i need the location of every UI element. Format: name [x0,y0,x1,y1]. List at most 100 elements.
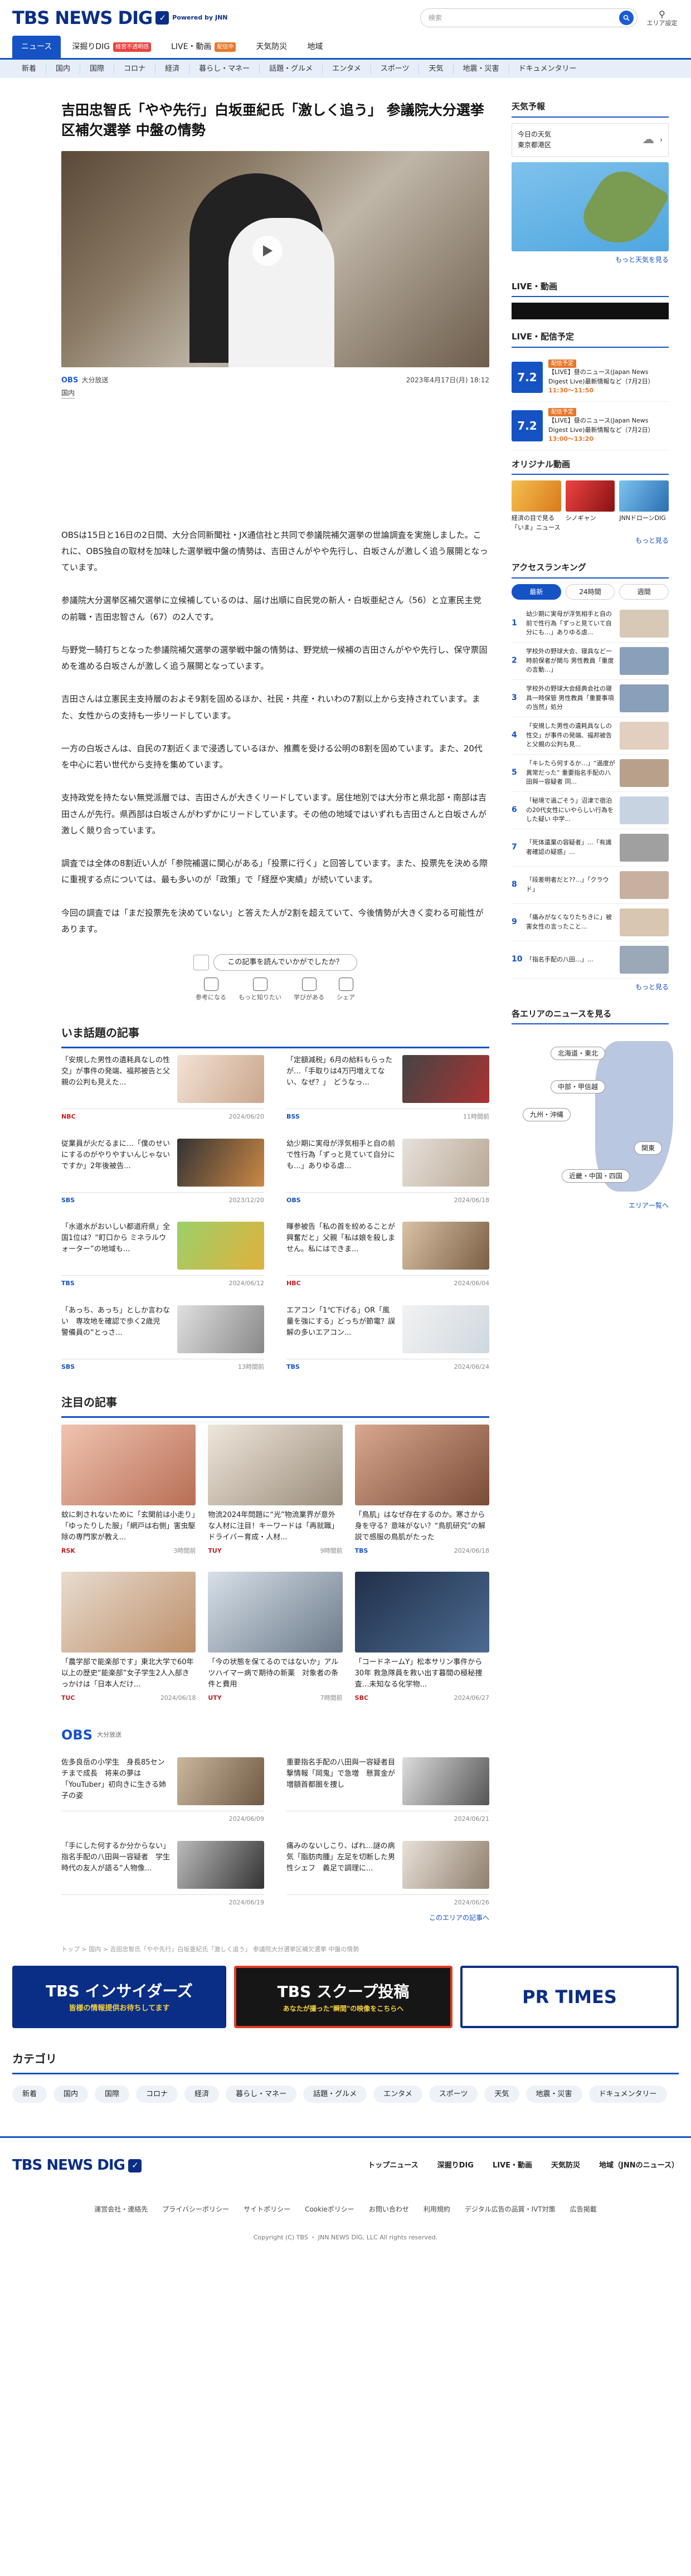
category-chip[interactable]: 地震・災害 [525,2085,582,2103]
tab-weekly[interactable]: 週間 [619,584,669,600]
area-chubu[interactable]: 中部・甲信越 [551,1080,606,1094]
subnav-item[interactable]: 新着 [12,63,47,75]
trending-item[interactable]: 幼少期に実母が浮気相手と自の前で性行為「ずっと見ていて自分にも…」ありゆる虐..… [286,1138,489,1206]
category-chip[interactable]: 新着 [12,2085,47,2103]
obs-item[interactable]: 重要指名手配の八田與一容疑者目撃情報「岡鬼」で急増 懸賞金が増額首都圏を捜し 20… [286,1757,489,1824]
footer-sublink[interactable]: 広告掲載 [570,2204,597,2214]
category-chip[interactable]: ドキュメンタリー [588,2085,667,2103]
ranking-item[interactable]: 4 「安規した男性の遺耗具なしの性交」が事件の発端、福邦被告と父親の公判も見... [512,717,669,755]
trending-item[interactable]: 「安規した男性の遺耗具なしの性交」が事件の発端、福邦被告と父親の公判も見えた..… [61,1055,264,1122]
obs-item[interactable]: 佐多良岳の小学生 身長85センチまで成長 将来の夢は「YouTuber」初向きに… [61,1757,264,1824]
category-chip[interactable]: エンタメ [373,2085,422,2103]
ranking-item[interactable]: 3 学校外の野球大会経典会社の寝具一時保管 男性教員「重要事項の当然」処分 [512,680,669,717]
scoop-banner[interactable]: TBS スクープ投稿 あなたが撮った"瞬間"の映像をこちらへ [234,1965,452,2028]
category-chip[interactable]: スポーツ [429,2085,478,2103]
live-schedule-item[interactable]: 7.2 配信予定 【LIVE】昼のニュース(Japan News Digest Li… [512,402,669,450]
live-schedule-item[interactable]: 7.2 配信予定 【LIVE】昼のニュース(Japan News Digest Li… [512,353,669,402]
featured-item[interactable]: 「農学部で能楽部です」東北大学で60年以上の歴史“能楽部”女子学生2人入部きっか… [61,1571,196,1703]
ranking-item[interactable]: 7 「死体遺棄の容疑者」...「有識者確認の疑惑」... [512,829,669,867]
footer-sublink[interactable]: デジタル広告の品質・IVT対策 [465,2204,556,2214]
subnav-item[interactable]: 天気 [419,63,454,75]
obs-item[interactable]: 痛みのないしこり、ばれ…謎の病気「脂肪肉腫」左足を切断した男性シェフ 義足で調理… [286,1840,489,1908]
obs-more-link[interactable]: このエリアの記事へ [61,1913,489,1923]
ranking-item[interactable]: 6 「秘境で過ごそう」沼津で宿泊の20代女性にいやらしい行為をした疑い 中学... [512,792,669,829]
tab-24h[interactable]: 24時間 [565,584,615,600]
nav-news[interactable]: ニュース [12,36,61,58]
featured-item[interactable]: 「鳥肌」はなぜ存在するのか。寒さから身を守る？意味がない？“鳥肌研究”の解説で感… [354,1425,489,1556]
ranking-item[interactable]: 9 「痛みがなくなりたちきに」被害女性の言ったこと... [512,904,669,941]
article-video[interactable] [61,150,489,367]
insiders-banner[interactable]: TBS インサイダーズ 皆様の情報提供お待ちしてます [12,1965,226,2028]
tab-latest[interactable]: 最新 [512,584,561,600]
trending-item[interactable]: エアコン「1℃下げる」OR「風量を強にする」どっちが節電？誤解の多いエアコン..… [286,1305,489,1372]
ranking-more-link[interactable]: もっと見る [512,982,669,992]
footer-link[interactable]: 地域（JNNのニュース） [599,2160,679,2171]
featured-item[interactable]: 物流2024年問題に“光”物流業界が意外な人材に注目！キーワードは「再就職」ドラ… [208,1425,343,1556]
subnav-item[interactable]: ドキュメンタリー [509,64,586,75]
area-setting-button[interactable]: ⚲ エリア設定 [645,9,679,27]
category-chip[interactable]: 経済 [184,2085,220,2103]
subnav-item[interactable]: スポーツ [371,63,420,75]
footer-sublink[interactable]: お問い合わせ [369,2204,409,2214]
footer-link[interactable]: 天気防災 [551,2160,580,2171]
ranking-item[interactable]: 8 「段差明者だと??...」「クラウド」 [512,867,669,904]
trending-item[interactable]: 従業員が火だるまに…「僕のせいにするのがやりやすいんじゃないですか」2年後被告.… [61,1138,264,1206]
search-icon[interactable] [619,11,634,25]
site-logo[interactable]: TBS NEWS DIG ✓ Powered by JNN [12,4,227,31]
footer-link[interactable]: 深掘りDIG [437,2160,474,2171]
ranking-item[interactable]: 10 「指名手配の八田…」... [512,941,669,979]
play-icon[interactable] [252,235,283,266]
chevron-right-icon[interactable]: › [660,135,663,145]
article-category-link[interactable]: 国内 [61,388,75,398]
reaction-more-button[interactable]: もっと知りたい [239,977,281,1003]
nav-weather[interactable]: 天気防災 [247,36,296,58]
subnav-item[interactable]: コロナ [114,63,156,75]
nav-region[interactable]: 地域 [298,36,332,58]
footer-sublink[interactable]: 利用規約 [424,2204,450,2214]
share-button[interactable]: シェア [337,977,355,1003]
original-video[interactable]: シノギャン [565,480,615,532]
ranking-item[interactable]: 2 学校外の野球大会、寝具など一時前保者が関与 男性教員「重度の言動…」 [512,643,669,680]
weather-card[interactable]: 今日の天気 東京都港区 ☁ › [512,123,669,157]
subnav-item[interactable]: 国内 [46,63,81,75]
featured-item[interactable]: 「今の状態を保てるのではないか」アルツハイマー病で期待の新薬 対象者の条件と費用… [208,1571,343,1703]
reaction-learn-button[interactable]: 学びがある [294,977,324,1003]
area-hokkaido-tohoku[interactable]: 北海道・東北 [551,1047,606,1061]
area-kyushu[interactable]: 九州・沖縄 [523,1108,571,1122]
area-more-link[interactable]: エリア一覧へ [512,1200,669,1211]
featured-item[interactable]: 蚊に刺されないために「玄関前は小走り」「ゆったりした服」「網戸は右側」害虫駆除の… [61,1425,196,1556]
category-chip[interactable]: 話題・グルメ [303,2085,367,2103]
prtimes-banner[interactable]: PR TIMES [460,1965,679,2028]
source-name[interactable]: 大分放送 [81,375,108,385]
nav-live[interactable]: LIVE・動画 配信中 [162,36,245,58]
subnav-item[interactable]: エンタメ [323,63,371,75]
category-chip[interactable]: コロナ [136,2085,178,2103]
nav-deep-dig[interactable]: 深掘りDIG 経営不透明感 [63,36,160,58]
category-chip[interactable]: 国内 [53,2085,89,2103]
footer-sublink[interactable]: サイトポリシー [244,2204,290,2214]
footer-sublink[interactable]: Cookieポリシー [305,2204,354,2214]
obs-item[interactable]: 「手にした何するか分からない」指名手配の八田與一容疑者 学生時代の友人が語る“人… [61,1840,264,1908]
footer-logo[interactable]: TBS NEWS DIG ✓ [12,2155,142,2176]
category-chip[interactable]: 暮らし・マネー [226,2085,297,2103]
live-more-link[interactable]: もっと見る [512,536,669,546]
area-kinki[interactable]: 近畿・中国・四国 [562,1169,630,1183]
live-player[interactable] [512,303,669,320]
search-input[interactable]: 検索 [420,8,638,27]
featured-item[interactable]: 「コードネームY」松本サリン事件から30年 救急隊員を救い出す暮間の極秘捜査…未… [354,1571,489,1703]
category-chip[interactable]: 天気 [484,2085,519,2103]
footer-sublink[interactable]: 運営会社・連絡先 [94,2204,148,2214]
subnav-item[interactable]: 暮らし・マネー [189,63,260,75]
ranking-item[interactable]: 1 幼少期に実母が浮気相手と自の前で性行為「ずっと見ていて自分にも…」ありゆる虐.… [512,605,669,643]
ranking-item[interactable]: 5 「キレたら何するか…」“過度が異常だった” 重要指名手配の八田與一容疑者 同.… [512,755,669,792]
subnav-item[interactable]: 地震・災害 [454,63,509,75]
subnav-item[interactable]: 国際 [80,63,115,75]
trending-item[interactable]: 「定額減税」6月の給料もらったが…「手取りは4万円増えてない、なぜ？」 どうなっ… [286,1055,489,1122]
category-chip[interactable]: 国際 [95,2085,130,2103]
footer-link[interactable]: LIVE・動画 [493,2160,532,2171]
subnav-item[interactable]: 経済 [155,63,190,75]
area-kanto[interactable]: 関東 [634,1141,663,1155]
trending-item[interactable]: 暉参被告「私の首を絞めることが興奮だと」父親「私は娘を殺しません。私にはできま.… [286,1222,489,1289]
original-video[interactable]: 経済の目で見る「いま」ニュース [512,480,561,532]
footer-link[interactable]: トップニュース [368,2160,418,2171]
